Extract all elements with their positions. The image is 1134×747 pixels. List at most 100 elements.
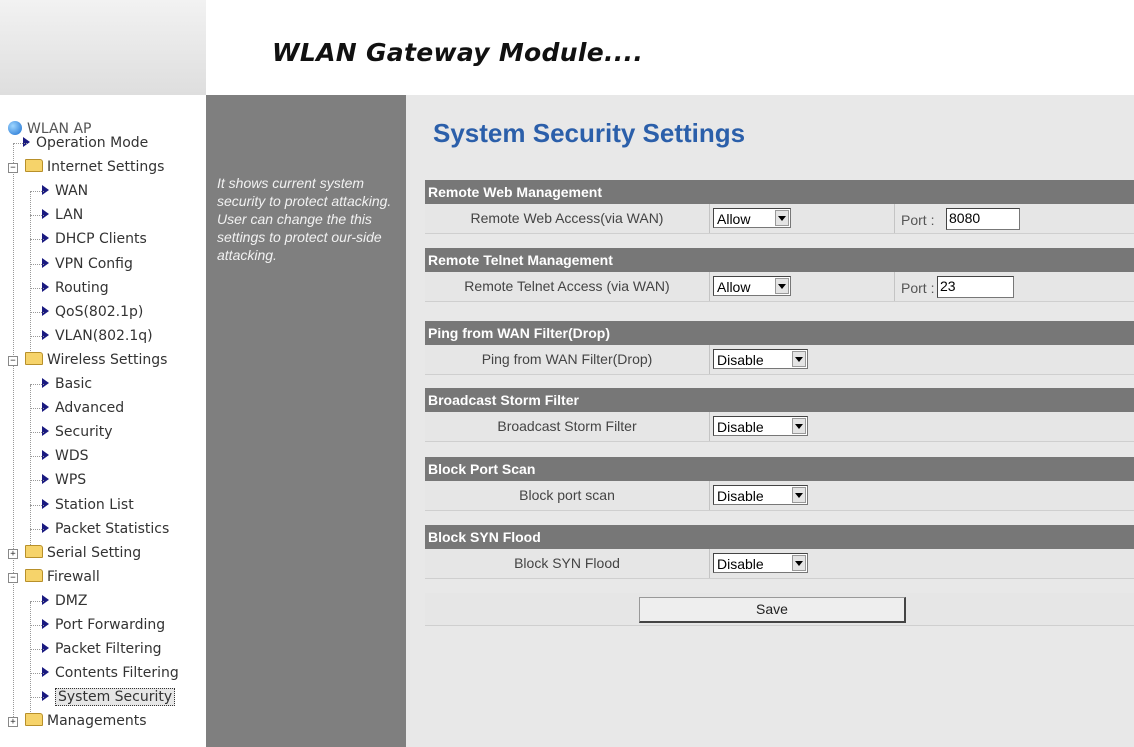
tree-item[interactable]: VPN Config — [30, 253, 133, 275]
description-panel: It shows current system security to prot… — [206, 95, 406, 747]
tree-folder[interactable]: + Managements — [8, 710, 147, 732]
tree-item[interactable]: WPS — [30, 469, 87, 491]
tree-item-label: Packet Filtering — [55, 641, 162, 657]
tree-folder[interactable]: − Internet Settings — [8, 156, 164, 178]
block-port-scan-select[interactable]: Disable — [713, 485, 808, 505]
tree-item[interactable]: WDS — [30, 445, 89, 467]
tree-branch-line — [30, 288, 44, 289]
tree-item[interactable]: Basic — [30, 373, 93, 395]
tree-branch-line — [30, 432, 44, 433]
tree-item[interactable]: Advanced — [30, 397, 124, 419]
collapse-box-icon[interactable]: − — [8, 356, 18, 366]
tree-item[interactable]: System Security — [30, 686, 176, 708]
tree-folder[interactable]: − Wireless Settings — [8, 349, 167, 371]
arrow-right-icon — [42, 499, 49, 509]
header-logo-area — [0, 0, 206, 95]
tree-item[interactable]: DMZ — [30, 590, 87, 612]
arrow-right-icon — [42, 619, 49, 629]
tree-item[interactable]: Port Forwarding — [30, 614, 166, 636]
tree-branch-line — [30, 239, 44, 240]
page-title: System Security Settings — [433, 118, 746, 148]
main-content: System Security Settings Remote Web Mana… — [406, 95, 1134, 747]
remote-web-access-label: Remote Web Access(via WAN) — [425, 204, 710, 233]
tree-folder[interactable]: + Serial Setting — [8, 542, 142, 564]
tree-folder[interactable]: − Firewall — [8, 566, 100, 588]
tree-item[interactable]: LAN — [30, 204, 84, 226]
chevron-down-icon[interactable] — [792, 487, 806, 503]
tree-item[interactable]: Operation Mode — [13, 132, 148, 154]
tree-item-label: Serial Setting — [47, 545, 142, 561]
tree-item[interactable]: QoS(802.1p) — [30, 301, 144, 323]
arrow-right-icon — [42, 185, 49, 195]
description-text: It shows current system security to prot… — [217, 175, 392, 263]
select-value: Disable — [717, 556, 764, 572]
tree-item[interactable]: Station List — [30, 494, 134, 516]
port-label: Port : — [901, 280, 935, 296]
tree-item-label: LAN — [55, 207, 84, 223]
block-syn-flood-select[interactable]: Disable — [713, 553, 808, 573]
arrow-right-icon — [42, 402, 49, 412]
tree-item-label: Managements — [47, 713, 147, 729]
tree-branch-line — [30, 649, 44, 650]
tree-branch-line — [30, 215, 44, 216]
ping-filter-label: Ping from WAN Filter(Drop) — [425, 345, 710, 374]
remote-web-access-select[interactable]: Allow — [713, 208, 791, 228]
broadcast-storm-select[interactable]: Disable — [713, 416, 808, 436]
arrow-right-icon — [42, 474, 49, 484]
tree-branch-line — [30, 625, 44, 626]
tree-item-label: VLAN(802.1q) — [55, 328, 153, 344]
section-header-block-port-scan: Block Port Scan — [425, 457, 1134, 481]
header-bar: WLAN Gateway Module.... — [0, 0, 1134, 95]
tree-item-label: WPS — [55, 472, 87, 488]
row-block-syn-flood: Block SYN Flood Disable — [425, 549, 1134, 579]
tree-item-label: Security — [55, 424, 113, 440]
chevron-down-icon[interactable] — [792, 555, 806, 571]
select-value: Disable — [717, 419, 764, 435]
folder-icon — [25, 569, 43, 582]
collapse-box-icon[interactable]: − — [8, 573, 18, 583]
row-remote-telnet-access: Remote Telnet Access (via WAN) Allow Por… — [425, 272, 1134, 302]
section-header-ping-filter: Ping from WAN Filter(Drop) — [425, 321, 1134, 345]
tree-item[interactable]: Packet Statistics — [30, 518, 169, 540]
row-broadcast-storm: Broadcast Storm Filter Disable — [425, 412, 1134, 442]
tree-item-label: Port Forwarding — [55, 617, 166, 633]
tree-branch-line — [30, 312, 44, 313]
row-ping-filter: Ping from WAN Filter(Drop) Disable — [425, 345, 1134, 375]
remote-telnet-access-select[interactable]: Allow — [713, 276, 791, 296]
network-globe-icon — [8, 121, 22, 135]
remote-telnet-access-label: Remote Telnet Access (via WAN) — [425, 272, 710, 301]
select-value: Disable — [717, 488, 764, 504]
expand-box-icon[interactable]: + — [8, 717, 18, 727]
chevron-down-icon[interactable] — [775, 278, 789, 294]
tree-item[interactable]: Packet Filtering — [30, 638, 162, 660]
remote-web-port-input[interactable]: 8080 — [946, 208, 1020, 230]
tree-branch-line — [13, 143, 27, 144]
tree-item-label: QoS(802.1p) — [55, 304, 144, 320]
expand-box-icon[interactable]: + — [8, 549, 18, 559]
tree-branch-line — [30, 480, 44, 481]
arrow-right-icon — [42, 426, 49, 436]
collapse-box-icon[interactable]: − — [8, 163, 18, 173]
tree-branch-line — [30, 384, 44, 385]
remote-telnet-port-input[interactable]: 23 — [937, 276, 1014, 298]
save-button[interactable]: Save — [639, 597, 906, 623]
chevron-down-icon[interactable] — [792, 351, 806, 367]
tree-item-label: Basic — [55, 376, 93, 392]
tree-branch-line — [30, 264, 44, 265]
tree-item[interactable]: Security — [30, 421, 113, 443]
tree-item[interactable]: DHCP Clients — [30, 228, 147, 250]
ping-filter-select[interactable]: Disable — [713, 349, 808, 369]
tree-item[interactable]: VLAN(802.1q) — [30, 325, 153, 347]
broadcast-storm-label: Broadcast Storm Filter — [425, 412, 710, 441]
chevron-down-icon[interactable] — [775, 210, 789, 226]
tree-branch-line — [30, 529, 44, 530]
tree-item[interactable]: Contents Filtering — [30, 662, 179, 684]
tree-branch-line — [30, 697, 44, 698]
tree-item[interactable]: Routing — [30, 277, 109, 299]
tree-item[interactable]: WAN — [30, 180, 88, 202]
tree-item-label: Routing — [55, 280, 109, 296]
chevron-down-icon[interactable] — [792, 418, 806, 434]
arrow-right-icon — [42, 450, 49, 460]
tree-branch-line — [30, 408, 44, 409]
cell-divider — [894, 272, 895, 301]
